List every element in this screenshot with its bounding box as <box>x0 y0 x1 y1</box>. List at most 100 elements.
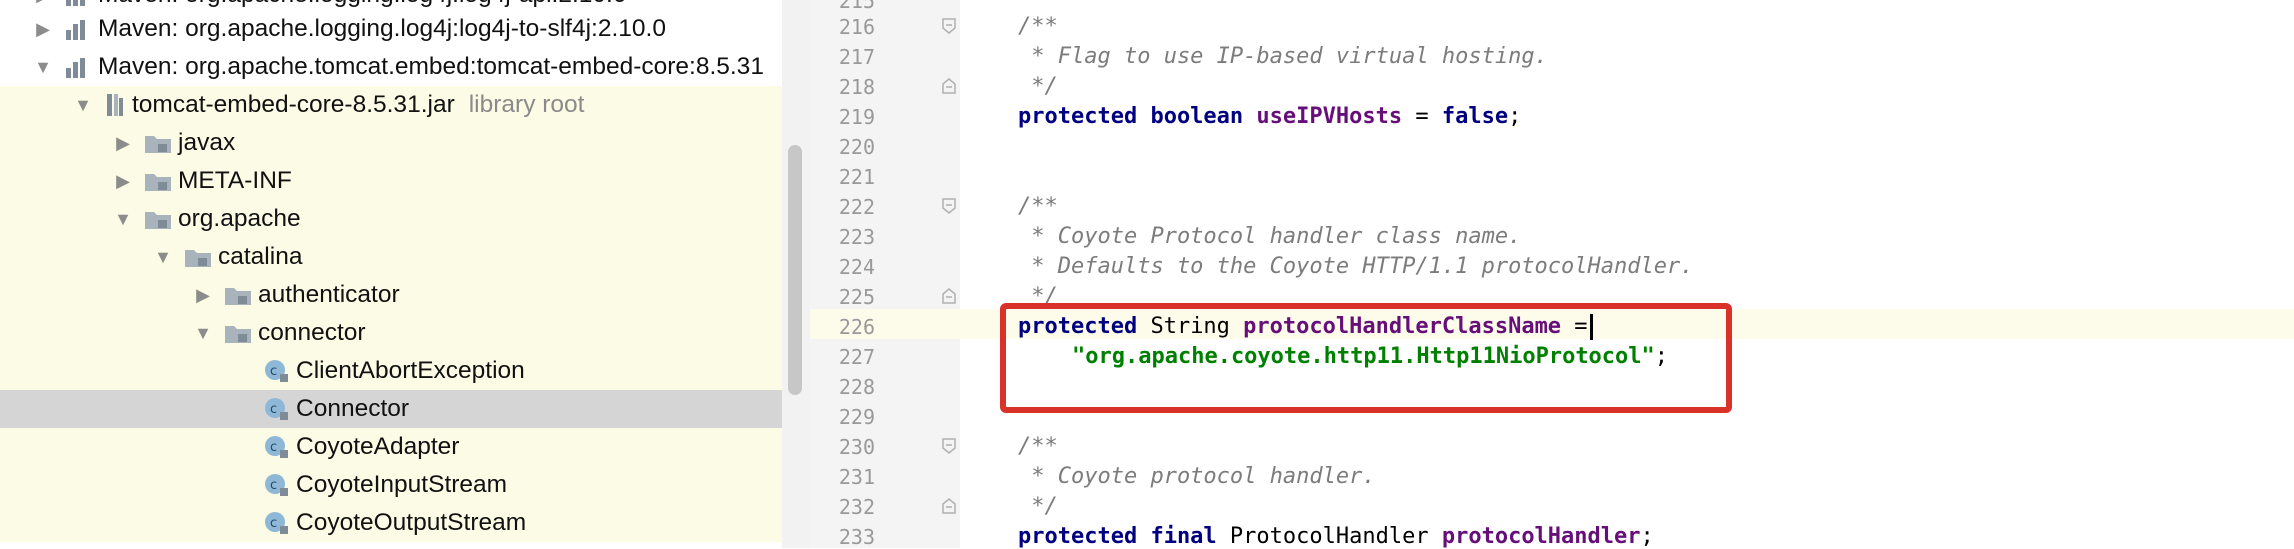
line-number: 228 <box>838 375 875 399</box>
tree-label: CoyoteInputStream <box>296 471 508 498</box>
keyword: protected final <box>1018 524 1230 549</box>
tree-label: CoyoteAdapter <box>296 433 460 460</box>
tree-item-log4j-to-slf4j[interactable]: ▶ Maven: org.apache.logging.log4j:log4j-… <box>0 10 782 48</box>
class-icon: c <box>264 510 290 536</box>
tree-label: javax <box>178 129 236 156</box>
tree-item-coyote-input-stream[interactable]: c CoyoteInputStream <box>0 466 782 504</box>
tree-label: Maven: org.apache.logging.log4j:log4j-to… <box>98 15 666 42</box>
class-icon: c <box>264 396 290 422</box>
tree-item-org-apache[interactable]: ▼ org.apache <box>0 200 782 238</box>
type-name: ProtocolHandler <box>1229 524 1442 549</box>
expand-arrow-icon[interactable]: ▶ <box>112 133 134 154</box>
code-line-218: */ <box>1018 74 1058 99</box>
tree-scrollbar[interactable] <box>788 145 802 395</box>
line-number: 219 <box>838 105 875 129</box>
tree-item-coyote-output-stream[interactable]: c CoyoteOutputStream <box>0 504 782 542</box>
code-line-216: /** <box>1018 14 1058 39</box>
fold-end-icon[interactable] <box>940 497 958 515</box>
fold-end-icon[interactable] <box>940 77 958 95</box>
fold-start-icon[interactable] <box>940 437 958 455</box>
tree-item-tomcat-embed-core[interactable]: ▼ Maven: org.apache.tomcat.embed:tomcat-… <box>0 48 782 86</box>
tree-item-client-abort-exception[interactable]: c ClientAbortException <box>0 352 782 390</box>
tree-item-jar[interactable]: ▼ tomcat-embed-core-8.5.31.jar library r… <box>0 86 782 124</box>
fold-start-icon[interactable] <box>940 17 958 35</box>
package-icon <box>224 322 252 344</box>
collapse-arrow-icon[interactable]: ▼ <box>32 57 54 78</box>
tree-label: Connector <box>296 395 410 422</box>
collapse-arrow-icon[interactable]: ▼ <box>72 95 94 116</box>
package-icon <box>144 132 172 154</box>
tree-item-meta-inf[interactable]: ▶ META-INF <box>0 162 782 200</box>
line-number: 216 <box>838 15 875 39</box>
line-number: 227 <box>838 345 875 369</box>
expand-arrow-icon[interactable]: ▶ <box>32 0 54 6</box>
svg-text:c: c <box>270 402 277 417</box>
line-number: 215 <box>838 0 875 13</box>
line-number: 224 <box>838 255 875 279</box>
library-root-hint: library root <box>468 91 585 118</box>
tree-item-coyote-adapter[interactable]: c CoyoteAdapter <box>0 428 782 466</box>
code-line-217: * Flag to use IP-based virtual hosting. <box>1018 44 1548 69</box>
line-number: 223 <box>838 225 875 249</box>
semicolon: ; <box>1640 524 1654 549</box>
code-line-232: */ <box>1018 494 1058 519</box>
semicolon: ; <box>1508 104 1522 129</box>
tree-label: CoyoteOutputStream <box>296 509 527 536</box>
svg-text:c: c <box>270 516 277 531</box>
field-name: useIPVHosts <box>1256 104 1403 129</box>
tree-label: connector <box>258 319 366 346</box>
package-icon <box>224 284 252 306</box>
line-number: 229 <box>838 405 875 429</box>
line-number: 231 <box>838 465 875 489</box>
expand-arrow-icon[interactable]: ▶ <box>32 19 54 40</box>
keyword: false <box>1441 104 1509 129</box>
class-icon: c <box>264 358 290 384</box>
code-line-223: * Coyote Protocol handler class name. <box>1018 224 1522 249</box>
highlight-annotation-box <box>1000 303 1732 413</box>
tree-item-javax[interactable]: ▶ javax <box>0 124 782 162</box>
line-number: 222 <box>838 195 875 219</box>
code-line-222: /** <box>1018 194 1058 219</box>
class-icon: c <box>264 472 290 498</box>
tree-item-catalina[interactable]: ▼ catalina <box>0 238 782 276</box>
line-number: 217 <box>838 45 875 69</box>
field-name: protocolHandler <box>1441 524 1641 549</box>
package-icon <box>184 246 212 268</box>
line-number: 226 <box>838 315 875 339</box>
line-number: 218 <box>838 75 875 99</box>
expand-arrow-icon[interactable]: ▶ <box>192 285 214 306</box>
tree-item-connector-class[interactable]: c Connector <box>0 390 782 428</box>
tree-label: catalina <box>218 243 303 270</box>
fold-end-icon[interactable] <box>940 287 958 305</box>
line-number: 232 <box>838 495 875 519</box>
svg-text:c: c <box>270 364 277 379</box>
expand-arrow-icon[interactable]: ▶ <box>112 171 134 192</box>
tree-item-authenticator[interactable]: ▶ authenticator <box>0 276 782 314</box>
keyword: protected boolean <box>1018 104 1257 129</box>
tree-label: authenticator <box>258 281 400 308</box>
tree-label: Maven: org.apache.tomcat.embed:tomcat-em… <box>98 53 764 80</box>
operator: = <box>1402 104 1442 129</box>
maven-library-icon <box>64 56 92 78</box>
tree-label: Maven: org.apache.logging.log4j:log4j-ap… <box>98 0 627 9</box>
code-line-231: * Coyote protocol handler. <box>1018 464 1376 489</box>
tree-label: tomcat-embed-core-8.5.31.jar <box>132 91 455 118</box>
code-line-233: protected final ProtocolHandler protocol… <box>1018 524 1654 549</box>
package-icon <box>144 208 172 230</box>
collapse-arrow-icon[interactable]: ▼ <box>112 209 134 230</box>
collapse-arrow-icon[interactable]: ▼ <box>152 247 174 268</box>
fold-start-icon[interactable] <box>940 197 958 215</box>
collapse-arrow-icon[interactable]: ▼ <box>192 323 214 344</box>
line-number: 233 <box>838 525 875 549</box>
tree-label: org.apache <box>178 205 301 232</box>
tree-item-connector[interactable]: ▼ connector <box>0 314 782 352</box>
jar-icon <box>104 92 126 118</box>
maven-library-icon <box>64 0 92 6</box>
code-line-230: /** <box>1018 434 1058 459</box>
line-number: 225 <box>838 285 875 309</box>
line-number: 221 <box>838 165 875 189</box>
code-line-224: * Defaults to the Coyote HTTP/1.1 protoc… <box>1018 254 1694 279</box>
line-number: 230 <box>838 435 875 459</box>
code-line-219: protected boolean useIPVHosts = false; <box>1018 104 1521 129</box>
maven-library-icon <box>64 18 92 40</box>
